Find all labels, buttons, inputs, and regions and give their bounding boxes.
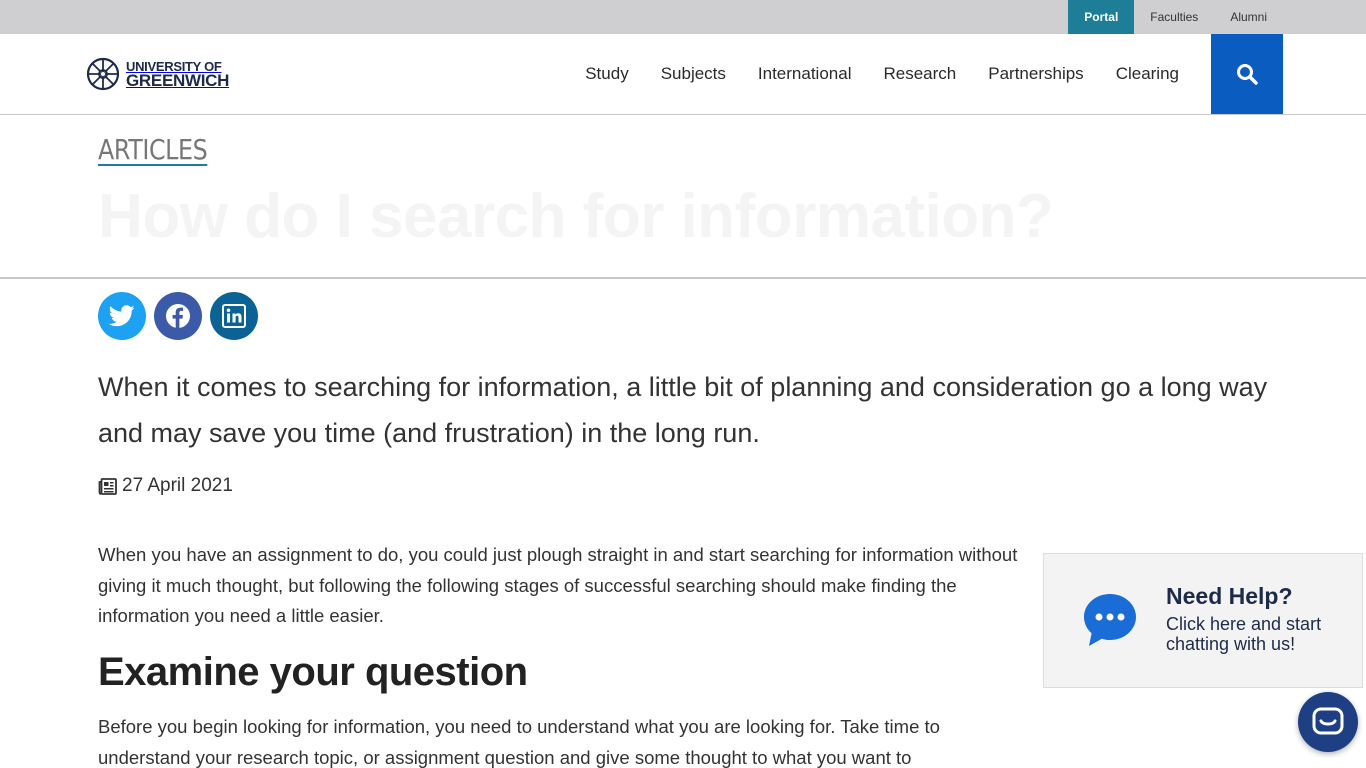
article-paragraph: Before you begin looking for information… (98, 716, 940, 768)
nav-research[interactable]: Research (883, 64, 956, 84)
main-header: UNIVERSITY OF GREENWICH Study Subjects I… (0, 34, 1366, 115)
facebook-share-button[interactable] (154, 292, 202, 340)
chat-bubble-icon (1084, 594, 1136, 646)
faculties-link[interactable]: Faculties (1134, 0, 1214, 34)
university-logo[interactable]: UNIVERSITY OF GREENWICH (86, 57, 229, 91)
live-chat-button[interactable] (1298, 692, 1358, 752)
nav-subjects[interactable]: Subjects (661, 64, 726, 84)
portal-link[interactable]: Portal (1068, 0, 1135, 34)
need-help-widget[interactable]: Need Help? Click here and start chatting… (1043, 553, 1363, 688)
section-heading: Examine your question (98, 650, 528, 694)
twitter-share-button[interactable] (98, 292, 146, 340)
newspaper-icon (98, 477, 117, 495)
utility-bar: Portal Faculties Alumni (0, 0, 1366, 34)
articles-breadcrumb[interactable]: ARTICLES (98, 133, 208, 166)
logo-line-2: GREENWICH (126, 71, 230, 90)
chat-icon (1312, 707, 1344, 735)
alumni-link[interactable]: Alumni (1214, 0, 1283, 34)
nav-study[interactable]: Study (585, 64, 628, 84)
main-nav: Study Subjects International Research Pa… (553, 34, 1179, 114)
twitter-icon (109, 305, 135, 327)
article-lead: When it comes to searching for informati… (98, 372, 1268, 448)
search-icon (1237, 64, 1258, 85)
linkedin-share-button[interactable] (210, 292, 258, 340)
utility-links: Portal Faculties Alumni (1068, 0, 1283, 34)
nav-clearing[interactable]: Clearing (1116, 64, 1179, 84)
article-hero: ARTICLES How do I search for information… (0, 115, 1366, 279)
nav-international[interactable]: International (758, 64, 852, 84)
article-paragraph: When you have an assignment to do, you c… (98, 544, 1018, 626)
social-share (98, 292, 258, 340)
help-title: Need Help? (1166, 583, 1293, 609)
article-date: 27 April 2021 (98, 475, 233, 497)
facebook-icon (166, 304, 190, 328)
linkedin-icon (222, 304, 246, 328)
page-title: How do I search for information? (98, 182, 1054, 251)
help-subtitle: Click here and start chatting with us! (1166, 614, 1322, 654)
compass-logo-icon (86, 57, 120, 91)
search-button[interactable] (1211, 34, 1283, 114)
date-text: 27 April 2021 (122, 475, 233, 496)
logo-text: UNIVERSITY OF GREENWICH (126, 60, 230, 90)
nav-partnerships[interactable]: Partnerships (988, 64, 1083, 84)
